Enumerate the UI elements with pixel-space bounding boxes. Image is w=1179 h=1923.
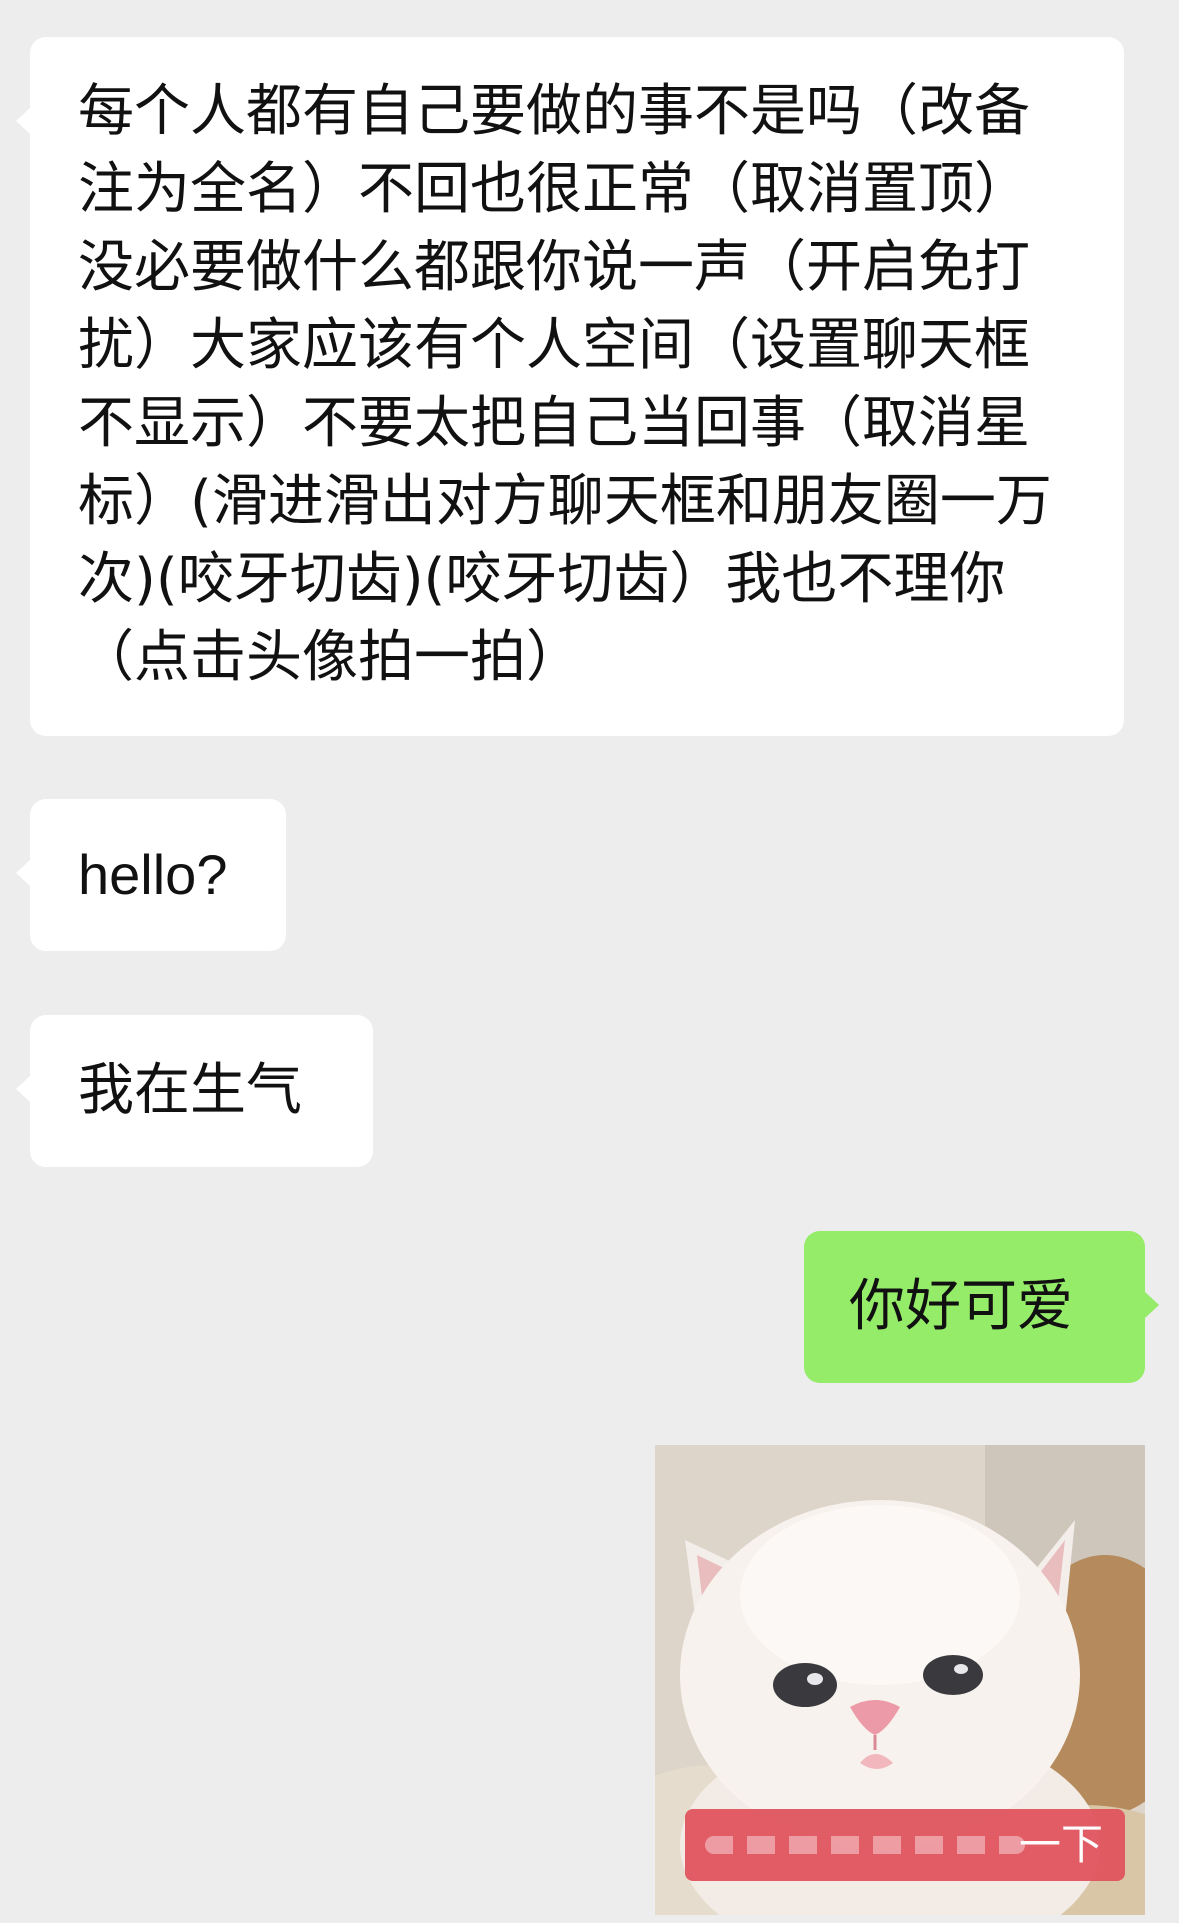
bubble-tail bbox=[1144, 1291, 1159, 1319]
bubble-tail bbox=[16, 1075, 31, 1103]
received-message-bubble[interactable]: 每个人都有自己要做的事不是吗（改备注为全名）不回也很正常（取消置顶）没必要做什么… bbox=[16, 37, 1124, 736]
message-text: hello? bbox=[78, 843, 228, 906]
received-message-bubble[interactable]: hello? bbox=[16, 799, 286, 951]
bubble-tail bbox=[16, 859, 31, 887]
sent-message-bubble[interactable]: 你好可爱 bbox=[804, 1231, 1159, 1383]
blurred-caption-text bbox=[705, 1836, 1025, 1854]
sticker-caption-bar: 一下 bbox=[685, 1809, 1125, 1881]
message-text: 你好可爱 bbox=[849, 1274, 1073, 1339]
message-text: 每个人都有自己要做的事不是吗（改备注为全名）不回也很正常（取消置顶）没必要做什么… bbox=[78, 79, 1052, 690]
received-message-bubble[interactable]: 我在生气 bbox=[16, 1015, 373, 1167]
bubble-tail bbox=[16, 107, 31, 135]
sticker-caption-text: 一下 bbox=[1018, 1820, 1103, 1869]
kitten-sticker-image[interactable]: 一下 bbox=[655, 1445, 1145, 1915]
message-text: 我在生气 bbox=[78, 1058, 302, 1123]
